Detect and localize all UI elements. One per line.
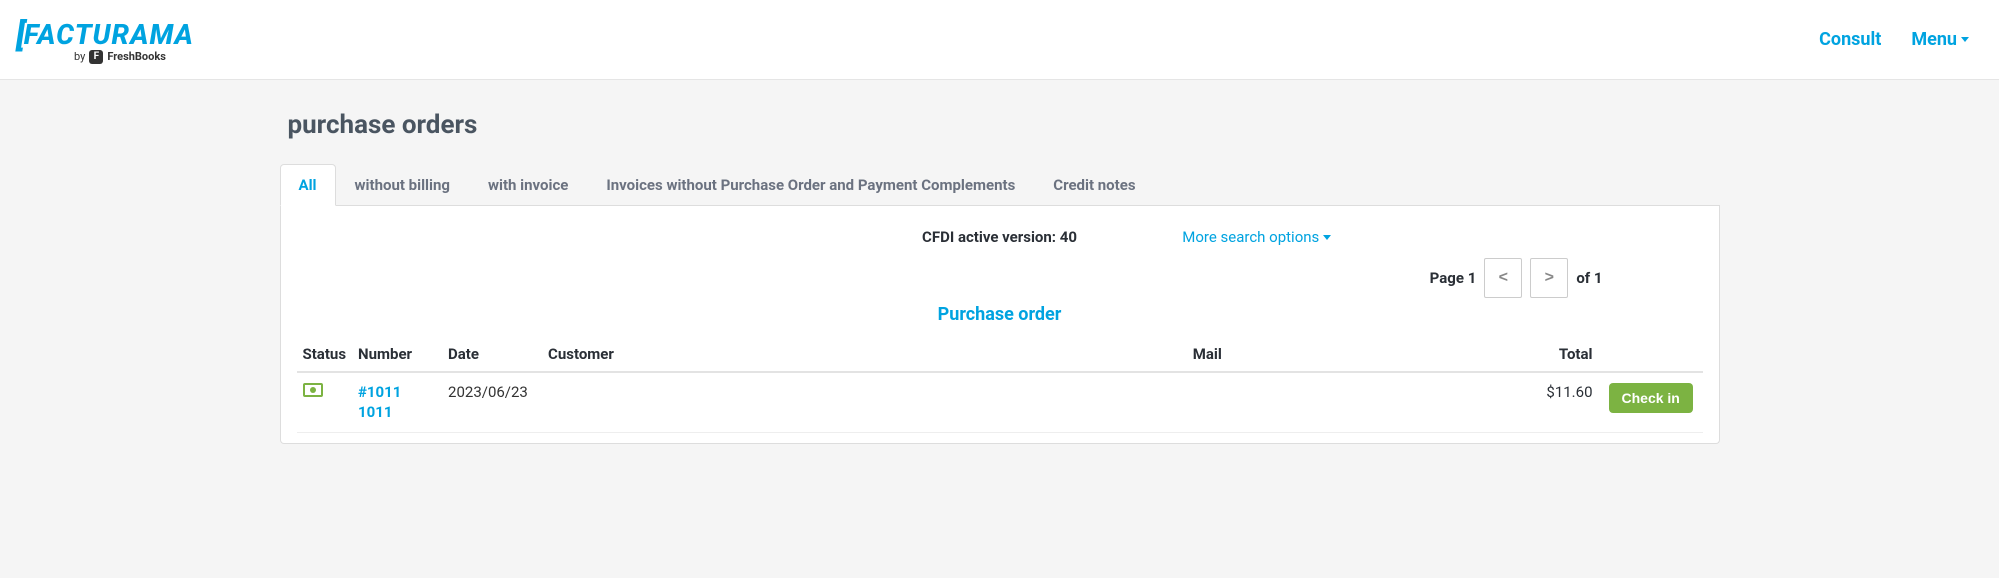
nav-links: Consult Menu	[1819, 29, 1969, 50]
cfdi-version-label: CFDI active version: 40	[922, 228, 1077, 246]
table-row: #1011 1011 2023/06/23 $11.60 Check in	[297, 372, 1703, 433]
logo-sub: by F FreshBooks	[74, 50, 166, 64]
pager: Page 1 < > of 1	[297, 258, 1603, 298]
logo-by: by	[74, 50, 85, 63]
logo-main: [ FACTURAMA	[16, 16, 194, 54]
col-status: Status	[297, 337, 353, 372]
nav-menu-label: Menu	[1911, 29, 1957, 50]
logo-text: FACTURAMA	[24, 18, 194, 51]
panel: CFDI active version: 40 More search opti…	[280, 206, 1720, 444]
chevron-down-icon	[1323, 235, 1331, 240]
freshbooks-icon: F	[89, 50, 103, 64]
tab-all[interactable]: All	[280, 164, 336, 206]
info-row: CFDI active version: 40 More search opti…	[297, 228, 1703, 246]
tab-with-invoice[interactable]: with invoice	[469, 164, 587, 206]
main-container: purchase orders All without billing with…	[280, 80, 1720, 444]
col-mail: Mail	[902, 337, 1512, 372]
tab-invoices-no-po[interactable]: Invoices without Purchase Order and Paym…	[587, 164, 1034, 206]
cell-total: $11.60	[1513, 372, 1603, 433]
page-label: Page 1	[1430, 269, 1477, 287]
col-number: Number	[352, 337, 442, 372]
orders-table: Status Number Date Customer Mail Total	[297, 337, 1703, 433]
table-header-row: Status Number Date Customer Mail Total	[297, 337, 1703, 372]
more-search-options[interactable]: More search options	[1182, 228, 1331, 246]
chevron-down-icon	[1961, 37, 1969, 42]
cell-mail	[902, 372, 1512, 433]
tabs: All without billing with invoice Invoice…	[280, 164, 1720, 206]
col-customer: Customer	[542, 337, 902, 372]
nav-consult-label: Consult	[1819, 29, 1881, 50]
table-title: Purchase order	[297, 304, 1703, 325]
page-total-label: of 1	[1576, 269, 1602, 287]
pager-prev-button[interactable]: <	[1484, 258, 1522, 298]
more-search-options-label: More search options	[1182, 228, 1319, 246]
cell-date: 2023/06/23	[442, 372, 542, 433]
logo-subbrand: FreshBooks	[107, 50, 166, 63]
order-number-link[interactable]: #1011 1011	[358, 383, 436, 422]
money-icon	[303, 383, 323, 397]
tab-without-billing[interactable]: without billing	[336, 164, 469, 206]
col-total: Total	[1513, 337, 1603, 372]
page-title: purchase orders	[288, 110, 1720, 140]
col-action	[1603, 337, 1703, 372]
cell-action: Check in	[1603, 372, 1703, 433]
cell-status	[297, 372, 353, 433]
logo[interactable]: [ FACTURAMA by F FreshBooks	[16, 16, 194, 64]
pager-next-button[interactable]: >	[1530, 258, 1568, 298]
tab-credit-notes[interactable]: Credit notes	[1034, 164, 1154, 206]
check-in-button[interactable]: Check in	[1609, 383, 1693, 413]
cell-number: #1011 1011	[352, 372, 442, 433]
header: [ FACTURAMA by F FreshBooks Consult Menu	[0, 0, 1999, 80]
nav-menu[interactable]: Menu	[1911, 29, 1969, 50]
cell-customer	[542, 372, 902, 433]
col-date: Date	[442, 337, 542, 372]
nav-consult[interactable]: Consult	[1819, 29, 1881, 50]
